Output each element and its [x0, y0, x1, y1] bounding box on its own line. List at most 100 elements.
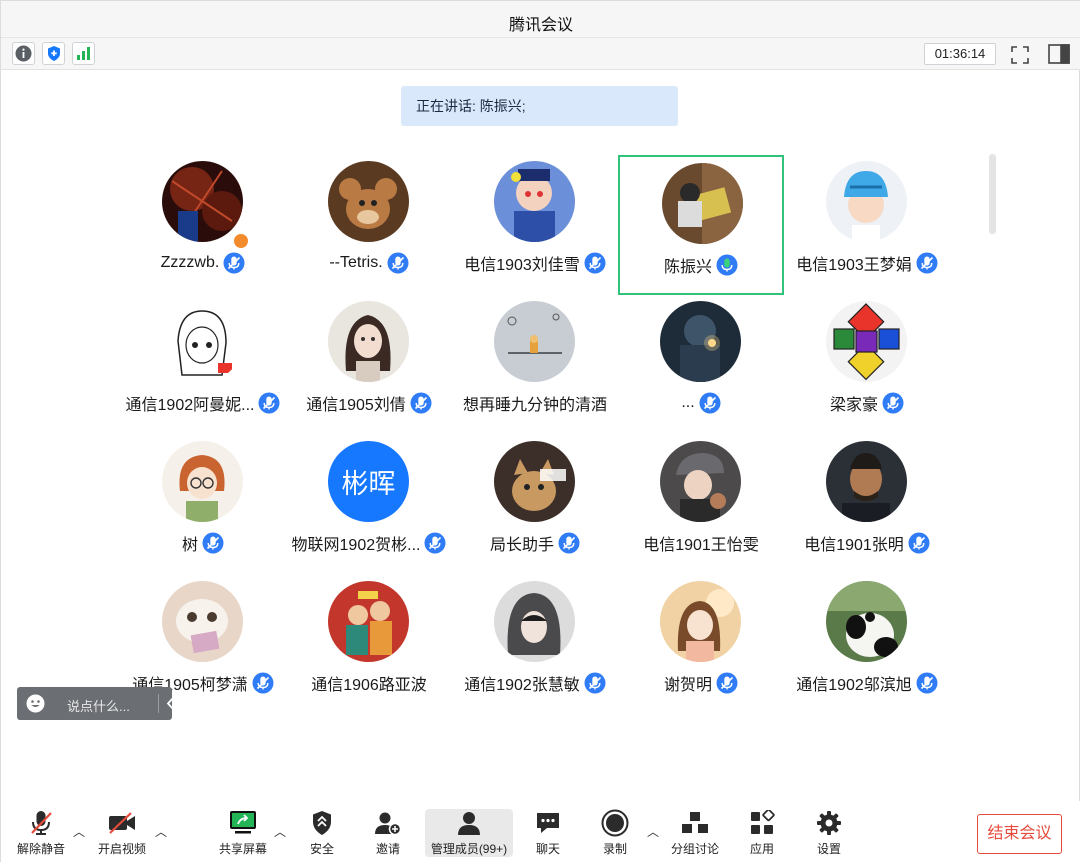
- security-shield-icon: [313, 811, 331, 835]
- mic-muted-icon: [699, 392, 721, 414]
- mic-muted-icon: [916, 672, 938, 694]
- share-screen-icon: [230, 811, 256, 834]
- avatar: [162, 301, 243, 382]
- sidebar-icon[interactable]: [1047, 43, 1071, 67]
- members-icon: [458, 812, 480, 835]
- participant-name: 陈振兴: [663, 259, 712, 276]
- participant-name: Zzzzwb.: [160, 254, 220, 271]
- avatar: 彬晖: [328, 441, 409, 522]
- top-toolbar: 01:36:14: [1, 38, 1080, 70]
- share-screen-label: 共享屏幕: [218, 842, 267, 856]
- participant-name: 梁家豪: [829, 397, 878, 414]
- apps-icon: [751, 810, 775, 834]
- participant-tile[interactable]: 谢贺明: [618, 575, 784, 715]
- avatar: [328, 161, 409, 242]
- participant-name: 通信1902阿曼妮...: [125, 397, 255, 414]
- settings-button[interactable]: 设置: [789, 809, 869, 857]
- emoji-icon[interactable]: [26, 694, 45, 713]
- participant-tile[interactable]: 局长助手: [452, 435, 618, 575]
- signal-icon[interactable]: [72, 42, 95, 65]
- invite-label: 邀请: [375, 842, 400, 856]
- participant-tile[interactable]: --Tetris.: [286, 155, 452, 295]
- manage-members-label: 管理成员(99+): [430, 842, 508, 856]
- start-video-label: 开启视频: [97, 842, 146, 856]
- meeting-timer: 01:36:14: [924, 43, 996, 65]
- participant-tile[interactable]: 电信1901张明: [784, 435, 950, 575]
- participant-name: 电信1901张明: [804, 537, 904, 554]
- participant-name: 通信1906路亚波: [311, 677, 427, 694]
- participant-tile[interactable]: 梁家豪: [784, 295, 950, 435]
- participant-tile[interactable]: 通信1902邬滨旭: [784, 575, 950, 715]
- invite-button[interactable]: 邀请: [348, 809, 428, 857]
- chat-input[interactable]: 说点什么...: [67, 696, 130, 715]
- chat-separator: [158, 694, 159, 713]
- record-label: 录制: [602, 842, 627, 856]
- host-badge-icon: [232, 232, 250, 250]
- avatar: [162, 581, 243, 662]
- avatar: [826, 301, 907, 382]
- participant-name: ...: [681, 394, 695, 411]
- participant-tile[interactable]: 通信1906路亚波: [286, 575, 452, 715]
- participant-name: 想再睡九分钟的清酒: [462, 397, 607, 414]
- unmute-button[interactable]: 解除静音: [1, 809, 81, 857]
- participant-name: --Tetris.: [329, 254, 383, 271]
- participant-tile[interactable]: 电信1901王怡雯: [618, 435, 784, 575]
- mic-speaking-icon: [716, 254, 738, 276]
- speaking-indicator: 正在讲话: 陈振兴;: [401, 86, 678, 126]
- bottom-toolbar: 解除静音 ︿ 开启视频 ︿ 共享屏幕 ︿ 安全 邀请 管理成员(99+) 聊天 …: [1, 801, 1080, 862]
- record-icon: [601, 809, 629, 837]
- avatar: [494, 301, 575, 382]
- mic-muted-icon: [387, 252, 409, 274]
- participant-name-row: 梁家豪: [764, 391, 970, 415]
- share-screen-button[interactable]: 共享屏幕: [203, 809, 283, 857]
- start-video-button[interactable]: 开启视频: [82, 809, 162, 857]
- participant-tile[interactable]: 陈振兴: [618, 155, 784, 295]
- record-button[interactable]: 录制: [575, 809, 655, 857]
- avatar: [328, 581, 409, 662]
- avatar: [494, 581, 575, 662]
- mic-muted-icon: [223, 252, 245, 274]
- chevron-left-icon[interactable]: [166, 697, 175, 710]
- avatar: [660, 581, 741, 662]
- participant-name: 通信1905刘倩: [306, 397, 406, 414]
- title-bar: 腾讯会议: [1, 1, 1080, 38]
- info-icon[interactable]: [12, 42, 35, 65]
- avatar-text: 彬晖: [341, 469, 396, 499]
- avatar: [662, 163, 743, 244]
- participant-tile[interactable]: Zzzzwb.: [120, 155, 286, 295]
- participant-tile[interactable]: ...: [618, 295, 784, 435]
- avatar: [826, 161, 907, 242]
- video-options-caret[interactable]: ︿: [155, 823, 167, 840]
- participant-name: 谢贺明: [663, 677, 712, 694]
- participant-name: 通信1902邬滨旭: [796, 677, 912, 694]
- participant-name-row: 电信1901张明: [764, 531, 970, 555]
- participant-name: 电信1903刘佳雪: [464, 257, 580, 274]
- chat-quick-box[interactable]: 说点什么...: [17, 687, 175, 720]
- participant-tile[interactable]: 电信1903刘佳雪: [452, 155, 618, 295]
- breakout-icon: [682, 812, 708, 833]
- participant-tile[interactable]: 树: [120, 435, 286, 575]
- participant-name: 通信1902张慧敏: [464, 677, 580, 694]
- avatar: [494, 441, 575, 522]
- mic-muted-icon: [202, 532, 224, 554]
- participant-tile[interactable]: 电信1903王梦娟: [784, 155, 950, 295]
- participant-name: 树: [181, 537, 198, 554]
- participant-tile[interactable]: 通信1905刘倩: [286, 295, 452, 435]
- manage-members-button[interactable]: 管理成员(99+): [425, 809, 513, 857]
- shield-icon[interactable]: [42, 42, 65, 65]
- participant-tile[interactable]: 通信1902张慧敏: [452, 575, 618, 715]
- avatar: [660, 301, 741, 382]
- avatar: [826, 441, 907, 522]
- avatar: [162, 441, 243, 522]
- participant-tile[interactable]: 通信1902阿曼妮...: [120, 295, 286, 435]
- avatar: [660, 441, 741, 522]
- participant-name: 电信1903王梦娟: [796, 257, 912, 274]
- mic-muted-icon: [916, 252, 938, 274]
- end-meeting-button[interactable]: 结束会议: [977, 814, 1062, 854]
- avatar: [162, 161, 243, 242]
- participant-tile[interactable]: 彬晖 物联网1902贺彬...: [286, 435, 452, 575]
- window-title: 腾讯会议: [508, 17, 573, 34]
- scrollbar-thumb[interactable]: [989, 154, 996, 234]
- fullscreen-icon[interactable]: [1009, 44, 1031, 66]
- participant-tile[interactable]: 想再睡九分钟的清酒: [452, 295, 618, 435]
